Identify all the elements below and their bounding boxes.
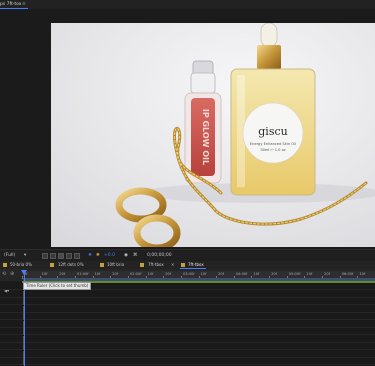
ruler-tick-label: 10f [253, 272, 260, 276]
snapshot-icon[interactable]: ◉ [124, 250, 128, 261]
mask-visibility-icon[interactable] [58, 252, 64, 259]
bottle-brand: giscu [258, 125, 287, 138]
bottle-volume: 30ml ℮ 1.0 oz [260, 148, 285, 152]
tab-color-swatch [100, 263, 104, 267]
product-photo: IP GLOW OIL giscu Energy Enhanced Skin O… [51, 23, 375, 247]
transparency-grid-icon[interactable] [50, 252, 56, 259]
show-snapshot-icon[interactable]: ⌘ [133, 250, 138, 261]
ruler-tick-label: 10f [306, 272, 313, 276]
tab-color-swatch [181, 263, 185, 267]
layer-panel[interactable]: ◀▾ [0, 283, 375, 366]
resolution-chevron-icon[interactable]: ▾ [24, 250, 26, 261]
ruler-tick-label: 10f [94, 272, 101, 276]
timeline-tab[interactable]: 10ft bria [107, 261, 124, 269]
ruler-tick-label: 01:00f [76, 272, 89, 276]
tab-color-swatch [3, 263, 7, 267]
ruler-tick-label: 20f [324, 272, 330, 276]
tab-color-swatch [50, 263, 54, 267]
tab-color-swatch [140, 263, 144, 267]
ruler-tick-label: 06:00f [341, 272, 354, 276]
guides-icon[interactable] [66, 252, 72, 259]
current-time[interactable]: 0;00;00;00 [147, 250, 172, 261]
color-management-icon[interactable]: ❖ [88, 250, 92, 261]
ruler-tick-label: 03:00f [182, 272, 195, 276]
ruler-tick-label: 10f [359, 272, 366, 276]
timeline-search-icon[interactable]: ⟲ [2, 271, 6, 277]
layer-row[interactable] [0, 320, 375, 328]
ruler-tick-label: 04:00f [235, 272, 248, 276]
ruler-tooltip: Time Ruler (Click to set thumb) [23, 282, 92, 290]
region-of-interest-icon[interactable] [42, 252, 48, 259]
timeline-tab[interactable]: 50-bria 0% [10, 261, 32, 269]
ruler-tick-label: 02:00f [129, 272, 142, 276]
playhead-handle[interactable] [21, 270, 27, 275]
ruler-tick-label: 10f [41, 272, 48, 276]
exposure-value[interactable]: +0.0 [104, 250, 115, 261]
composition-tab-strip [0, 0, 375, 9]
layer-row[interactable] [0, 350, 375, 358]
ruler-tick-label: 20f [59, 272, 66, 276]
channel-icon[interactable] [74, 252, 80, 259]
layer-row[interactable] [0, 298, 375, 305]
layer-row[interactable] [0, 305, 375, 313]
resolution-dropdown[interactable]: (Full) [4, 250, 15, 261]
ruler-tick-label: 20f [271, 272, 277, 276]
ruler-tick-label: 10f [147, 272, 154, 276]
tab-close-icon[interactable]: × [171, 261, 174, 269]
layer-row[interactable] [0, 358, 375, 365]
timeline-tab[interactable]: 7ft-tbox [148, 261, 164, 269]
layer-row[interactable] [0, 313, 375, 320]
lip-oil-label: IP GLOW OIL [201, 109, 210, 165]
layer-row[interactable] [0, 290, 375, 298]
ruler-tick-label: 20f [112, 272, 119, 276]
timeline-tab[interactable]: 12ft dots 0% [58, 261, 84, 269]
ruler-tick-label: 10f [200, 272, 207, 276]
composition-frame: IP GLOW OIL giscu Energy Enhanced Skin O… [51, 23, 375, 247]
composition-viewer[interactable]: IP GLOW OIL giscu Energy Enhanced Skin O… [0, 9, 375, 248]
ruler-tick-label: 20f [218, 272, 224, 276]
exposure-icon[interactable]: ✺ [96, 250, 100, 261]
composition-flowchart-icon[interactable]: ⊕ [10, 271, 14, 277]
layer-row[interactable] [0, 335, 375, 343]
layer-row[interactable] [0, 343, 375, 350]
ruler-tick-label: 05:00f [288, 272, 301, 276]
viewer-controls-bar: (Full) ▾ ❖ ✺ +0.0 ◉ ⌘ 0;00;00;00 [0, 249, 375, 261]
timeline-tab-strip: 50-bria 0% 12ft dots 0% 10ft bria 7ft-tb… [0, 261, 375, 269]
ruler-tick-label: 20f [165, 272, 172, 276]
layer-row[interactable] [0, 328, 375, 335]
bottle-fine-print: Energy Enhanced Skin Oil [250, 142, 296, 146]
